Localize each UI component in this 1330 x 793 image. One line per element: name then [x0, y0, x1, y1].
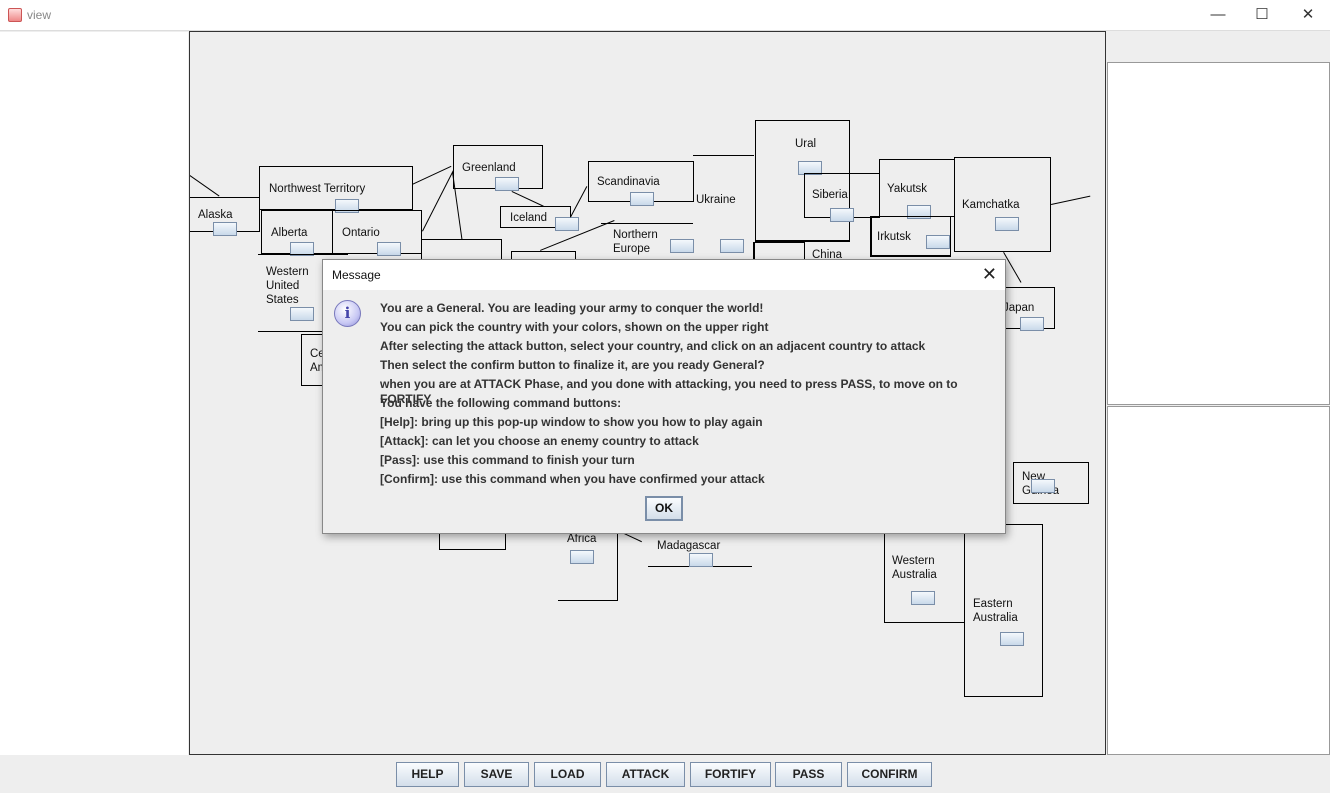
territory-label: Northern Europe	[613, 229, 658, 255]
dialog-message: You are a General. You are leading your …	[380, 301, 1005, 491]
message-line: [Confirm]: use this command when you hav…	[380, 472, 765, 486]
territory-label: Alberta	[271, 227, 308, 239]
message-line: You are a General. You are leading your …	[380, 301, 764, 315]
confirm-button[interactable]: CONFIRM	[847, 762, 932, 787]
java-app-icon	[8, 8, 22, 22]
information-icon: i	[334, 300, 361, 327]
connection-line	[511, 191, 544, 207]
left-panel	[0, 32, 188, 755]
territory-label: Siberia	[812, 189, 848, 201]
army-button-siberia[interactable]	[830, 208, 854, 222]
load-button[interactable]: LOAD	[534, 762, 601, 787]
army-button-irkutsk[interactable]	[926, 235, 950, 249]
maximize-button[interactable]: ☐	[1247, 4, 1277, 26]
army-button-western-united-states[interactable]	[290, 307, 314, 321]
territory-label: Northwest Territory	[269, 183, 366, 195]
pass-button[interactable]: PASS	[775, 762, 842, 787]
territory-label: Iceland	[510, 212, 548, 224]
message-line: Then select the confirm button to finali…	[380, 358, 765, 372]
territory-label: Eastern Australia	[973, 598, 1018, 624]
message-line: when you are at ATTACK Phase, and you do…	[380, 377, 958, 406]
message-line: [Attack]: can let you choose an enemy co…	[380, 434, 699, 448]
territory-label: Ural	[795, 138, 817, 150]
ok-button[interactable]: OK	[645, 496, 683, 521]
window-title: view	[27, 8, 52, 22]
close-window-button[interactable]: ✕	[1293, 4, 1323, 26]
border-line	[601, 223, 693, 224]
attack-button[interactable]: ATTACK	[606, 762, 685, 787]
command-bar: HELP SAVE LOAD ATTACK FORTIFY PASS CONFI…	[0, 757, 1330, 793]
army-button-africa[interactable]	[570, 550, 594, 564]
connection-line	[570, 186, 588, 218]
save-button[interactable]: SAVE	[464, 762, 529, 787]
connection-line	[422, 170, 454, 232]
territory-label: Western Australia	[892, 555, 937, 581]
status-panel	[1107, 406, 1330, 755]
dialog-title: Message	[332, 268, 381, 282]
connection-line	[190, 175, 220, 197]
territory-label: Ontario	[342, 227, 380, 239]
territory-label: Madagascar	[657, 540, 721, 552]
army-button-alaska[interactable]	[213, 222, 237, 236]
army-button-new-guinea[interactable]	[1031, 479, 1055, 493]
dialog-close-icon[interactable]: ✕	[982, 264, 997, 285]
territory-label: Ukraine	[696, 194, 736, 206]
minimize-button[interactable]: —	[1203, 4, 1233, 26]
message-line: You have the following command buttons:	[380, 396, 622, 410]
message-line: [Pass]: use this command to finish your …	[380, 453, 635, 467]
army-button-scandinavia[interactable]	[630, 192, 654, 206]
territory-label: Greenland	[462, 162, 516, 174]
army-button-ontario[interactable]	[377, 242, 401, 256]
dialog-title-bar: Message ✕	[323, 260, 1005, 290]
territory-label: Western United States	[266, 266, 309, 306]
territory-label: Japan	[1003, 302, 1035, 314]
territory-label: Kamchatka	[962, 199, 1020, 211]
army-button-eastern-australia[interactable]	[1000, 632, 1024, 646]
message-line: [Help]: bring up this pop-up window to s…	[380, 415, 763, 429]
message-dialog: Message ✕ i You are a General. You are l…	[322, 259, 1006, 534]
territory-label: Scandinavia	[597, 176, 660, 188]
message-line: You can pick the country with your color…	[380, 320, 769, 334]
army-button-madagascar[interactable]	[689, 553, 713, 567]
territory-label: Irkutsk	[877, 231, 911, 243]
territory-label: Yakutsk	[887, 183, 928, 195]
army-button-ukraine[interactable]	[720, 239, 744, 253]
army-button-greenland[interactable]	[495, 177, 519, 191]
army-button-northern-europe[interactable]	[670, 239, 694, 253]
message-line: After selecting the attack button, selec…	[380, 339, 926, 353]
help-button[interactable]: HELP	[396, 762, 459, 787]
army-button-western-australia[interactable]	[911, 591, 935, 605]
fortify-button[interactable]: FORTIFY	[690, 762, 771, 787]
territory-label: Alaska	[198, 209, 233, 221]
army-button-kamchatka[interactable]	[995, 217, 1019, 231]
player-info-panel	[1107, 62, 1330, 405]
title-bar: view — ☐ ✕	[0, 0, 1330, 31]
army-button-japan[interactable]	[1020, 317, 1044, 331]
connection-line	[1051, 195, 1091, 205]
border-line	[258, 254, 348, 255]
army-button-iceland[interactable]	[555, 217, 579, 231]
border-line	[693, 155, 754, 156]
territory-label: Africa	[567, 533, 597, 545]
